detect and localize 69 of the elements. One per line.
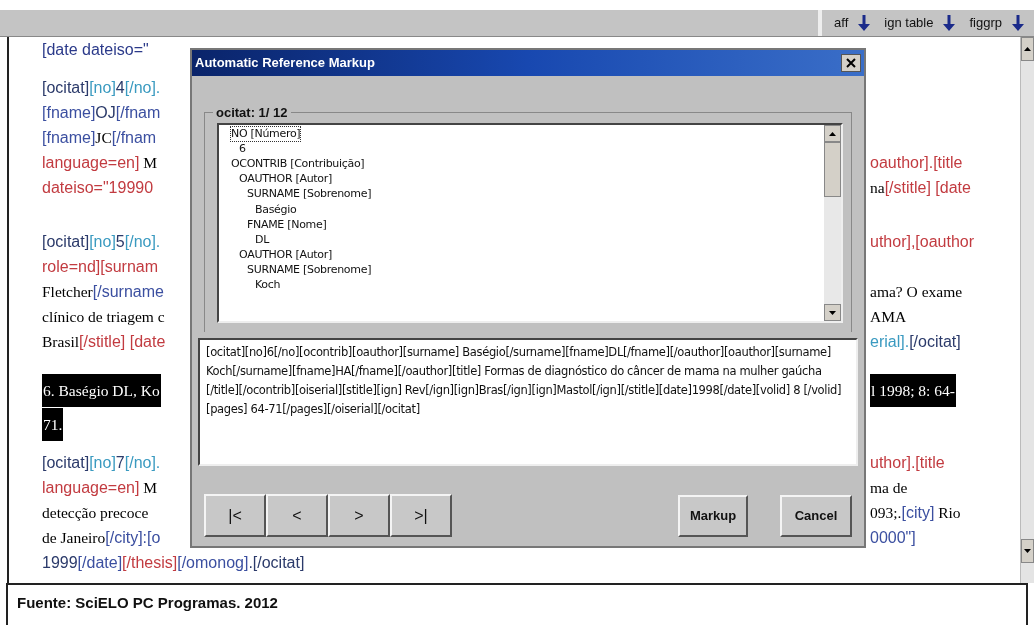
markup-text: 6. Baségio DL, Ko [42,374,161,407]
tree-item[interactable]: SURNAME [Sobrenome] [247,263,372,278]
markup-text: [fname]OJ[/fnam [42,103,161,121]
tree-item[interactable]: DL [255,232,269,247]
dialog-title: Automatic Reference Markup [195,54,375,73]
navigation-button[interactable]: < [266,494,328,537]
close-button[interactable] [841,54,861,72]
markup-text: [fname]JC[/fnam [42,128,157,146]
markup-text: oauthor].[title [870,153,963,171]
markup-text: AMA [870,307,907,325]
toolbar-tag-button[interactable]: ign table [884,13,934,33]
markup-text: ama? O exame [870,282,963,300]
down-arrow-icon [943,15,956,31]
close-icon [846,58,856,68]
markup-text: [ocitat][no]4[/no]. [42,78,161,96]
markup-text: [ocitat][no]7[/no]. [42,453,161,471]
tree-item[interactable]: OAUTHOR [Autor] [239,248,332,263]
scroll-up-button[interactable] [824,125,841,142]
tree-item[interactable]: Koch [255,278,281,293]
scroll-thumb[interactable] [824,142,841,197]
scroll-up-button[interactable] [1021,37,1034,61]
markup-text: uthor],[oauthor [870,232,975,250]
cancel-button[interactable]: Cancel [780,494,852,537]
up-triangle-icon [829,131,836,136]
toolbar-tag-button[interactable]: figgrp [969,13,1002,33]
markup-text: ma de [870,478,908,496]
markup-text: uthor].[title [870,453,945,471]
navigation-button[interactable]: >| [390,494,452,537]
markup-text: language=en] M [42,478,158,496]
markup-text: 093;.[city] Rio [870,503,961,521]
markup-text: detecção precoce [42,503,149,521]
toolbar-tag-button[interactable]: aff [834,13,849,33]
markup-text: clínico de triagem c [42,307,165,325]
markup-text: 1999[/date][/thesis][/omonog].[/ocitat] [42,553,305,571]
markup-button[interactable]: Markup [678,494,748,537]
tree-item[interactable]: 6 [239,141,246,156]
markup-text: Brasil[/stitle] [date [42,332,166,350]
markup-text: role=nd][surnam [42,257,159,275]
tree-item[interactable]: FNAME [Nome] [247,217,327,232]
scroll-down-button[interactable] [824,304,841,321]
markup-text: [ocitat][no]6[/no][ocontrib][oauthor][surname] Baségio[/surname][fname]DL[/fname][/oauthor][oauthor][surname] Koch[/surname][fname]HA[/fname][/oauthor][title] Formas de diagnóstico do câncer de mama na mulher gaúcha[/title][/ocontrib][oiserial][stitle][ign] Rev[/ign][ign]Bras[/ign][ign]Mastol[/ign][/stitle][date]1998[/date][volid] 8 [/volid][pages] 64-71[/pages][/oiserial][/ocitat] [206,344,843,418]
markup-text: l 1998; 8: 64- [870,374,956,407]
scroll-down-button[interactable] [1021,539,1034,563]
markup-text: de Janeiro[/city]:[o [42,528,161,546]
down-triangle-icon [829,310,836,315]
tree-item[interactable]: OAUTHOR [Autor] [239,172,332,187]
vertical-scrollbar[interactable] [1020,37,1034,583]
down-triangle-icon [1024,549,1031,553]
caption-text: Fuente: SciELO PC Programas. 2012 [17,594,278,611]
tree-item[interactable]: Baségio [255,202,297,217]
tree-item[interactable]: NO [Número] [231,126,301,141]
markup-text: [date dateiso=" [42,40,149,58]
navigation-button[interactable]: |< [204,494,266,537]
markup-text: dateiso="19990 [42,178,154,196]
down-arrow-icon [1012,15,1024,31]
markup-text: 0000"] [870,528,916,546]
up-triangle-icon [1024,47,1031,51]
markup-text: [ocitat][no]5[/no]. [42,232,161,250]
tree-item[interactable]: SURNAME [Sobrenome] [247,187,372,202]
markup-text: na[/stitle] [date [870,178,971,196]
markup-text: language=en] M [42,153,158,171]
markup-text: Fletcher[/surname [42,282,164,300]
markup-text: erial].[/ocitat] [870,332,961,350]
navigation-button[interactable]: > [328,494,390,537]
markup-text: 71. [42,408,64,441]
markup-text-area[interactable] [198,338,858,466]
tree-item[interactable]: OCONTRIB [Contribuição] [231,156,365,171]
down-arrow-icon [858,15,871,31]
vertical-scrollbar[interactable] [824,125,841,321]
